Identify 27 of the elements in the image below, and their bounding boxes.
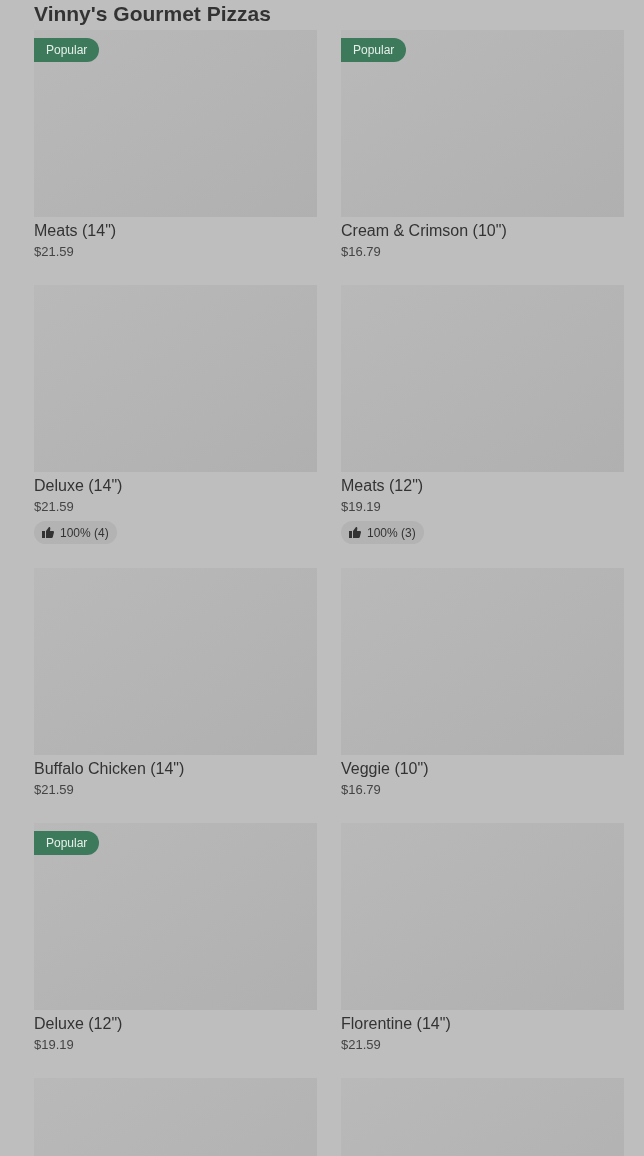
popular-badge: Popular: [34, 38, 100, 62]
item-price: $21.59: [34, 498, 75, 516]
thumbs-up-icon: [349, 527, 361, 538]
item-name[interactable]: Deluxe (12"): [34, 1014, 317, 1034]
popular-badge: Popular: [34, 831, 100, 855]
rating-text: 100% (4): [60, 524, 109, 542]
item-name[interactable]: Buffalo Chicken (14"): [34, 759, 317, 779]
item-price: $16.79: [341, 243, 382, 261]
section-title: Vinny's Gourmet Pizzas: [34, 1, 272, 27]
image-placeholder[interactable]: Popular: [34, 30, 317, 217]
item-name[interactable]: Veggie (10"): [341, 759, 624, 779]
popular-badge: Popular: [341, 38, 407, 62]
item-price: $21.59: [34, 781, 75, 799]
item-price: $16.79: [341, 781, 382, 799]
item-price: $19.19: [34, 1036, 75, 1054]
item-name[interactable]: Florentine (14"): [341, 1014, 624, 1034]
item-name[interactable]: Meats (12"): [341, 476, 624, 496]
item-name[interactable]: Cream & Crimson (10"): [341, 221, 624, 241]
rating-text: 100% (3): [367, 524, 416, 542]
item-price: $19.19: [341, 498, 382, 516]
image-placeholder[interactable]: Popular: [341, 30, 624, 217]
image-placeholder[interactable]: Popular: [34, 823, 317, 1010]
item-name[interactable]: Deluxe (14"): [34, 476, 317, 496]
thumbs-up-icon: [42, 527, 54, 538]
item-name[interactable]: Meats (14"): [34, 221, 317, 241]
item-price: $21.59: [34, 243, 75, 261]
item-price: $21.59: [341, 1036, 382, 1054]
